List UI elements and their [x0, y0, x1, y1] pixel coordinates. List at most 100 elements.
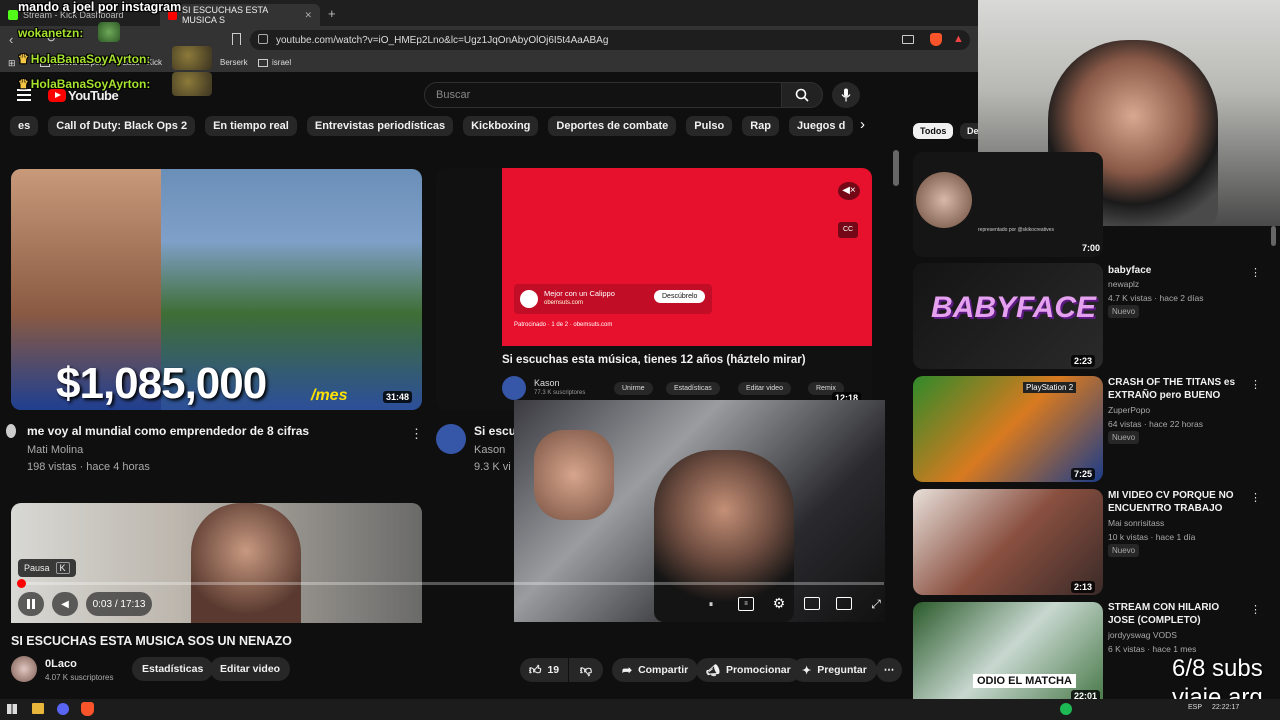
- stats-button[interactable]: Estadísticas: [132, 657, 214, 681]
- brave-shield-icon[interactable]: [930, 33, 942, 46]
- chat-emote-icon: [98, 22, 120, 42]
- rail-thumbnail[interactable]: PlayStation 2 7:25: [913, 376, 1103, 482]
- video-preview[interactable]: Mejor con un Calippo obemsuts.com Descúb…: [436, 168, 872, 410]
- watch-video-title: SI ESCUCHAS ESTA MUSICA SOS UN NENAZO: [11, 634, 292, 648]
- ad-cta-button[interactable]: Descúbrelo: [654, 290, 706, 303]
- channel-avatar[interactable]: [6, 424, 16, 438]
- voice-search-button[interactable]: [832, 82, 860, 108]
- channel-avatar[interactable]: [502, 376, 526, 400]
- mute-icon[interactable]: ◀×: [838, 182, 860, 200]
- bookmark-israel[interactable]: israel: [258, 58, 291, 67]
- more-options-icon[interactable]: ⋮: [1250, 266, 1261, 279]
- channel-name[interactable]: Kason: [534, 378, 560, 388]
- close-tab-icon[interactable]: ✕: [304, 10, 312, 21]
- pause-icon: [27, 599, 35, 609]
- address-bar[interactable]: youtube.com/watch?v=iO_HMEp2Lno&lc=Ugz1J…: [250, 30, 970, 50]
- rail-scrollbar[interactable]: [1271, 226, 1276, 246]
- edit-video-button[interactable]: Editar video: [210, 657, 291, 681]
- video-title[interactable]: me voy al mundial como emprendedor de 8 …: [27, 424, 309, 438]
- feed-scrollbar[interactable]: [893, 150, 899, 186]
- chips-next-icon[interactable]: ›: [860, 116, 865, 133]
- rail-thumbnail[interactable]: 2:13: [913, 489, 1103, 595]
- start-menu-icon[interactable]: [7, 704, 17, 714]
- cast-screen-icon[interactable]: [836, 597, 852, 610]
- more-options-icon[interactable]: ⋮: [1250, 378, 1261, 391]
- back-icon[interactable]: ‹: [9, 32, 13, 47]
- site-info-icon[interactable]: [258, 34, 268, 44]
- video-thumbnail[interactable]: $1,085,000 /mes 31:48: [11, 169, 422, 410]
- rail-filter-chip[interactable]: Todos: [913, 123, 954, 139]
- subtitles-icon[interactable]: ≡: [738, 597, 754, 611]
- stats-button[interactable]: Estadísticas: [666, 382, 720, 395]
- rail-channel[interactable]: ZuperPopo: [1108, 405, 1150, 415]
- rail-channel[interactable]: newaplz: [1108, 279, 1139, 289]
- new-tab-icon[interactable]: +: [328, 6, 336, 21]
- file-explorer-icon[interactable]: [32, 703, 44, 714]
- pause-button[interactable]: [18, 592, 44, 616]
- chip[interactable]: Pulso: [686, 116, 733, 136]
- ask-button[interactable]: ✦ Preguntar: [792, 658, 877, 682]
- channel-name[interactable]: Kason: [474, 444, 505, 456]
- channel-avatar[interactable]: [436, 424, 466, 454]
- chip[interactable]: Juegos d: [789, 116, 854, 136]
- tab-youtube-video[interactable]: SI ESCUCHAS ESTA MUSICA S ✕: [160, 4, 320, 26]
- dislike-button[interactable]: 👎︎: [569, 658, 603, 682]
- search-input[interactable]: Buscar: [424, 82, 782, 108]
- channel-avatar[interactable]: [11, 656, 37, 682]
- system-clock[interactable]: 22:22:17: [1212, 704, 1239, 711]
- miniplayer-icon[interactable]: [804, 597, 820, 610]
- more-options-icon[interactable]: ⋮: [1250, 491, 1261, 504]
- rail-video-title[interactable]: MI VIDEO CV PORQUE NO ENCUENTRO TRABAJO: [1108, 489, 1248, 515]
- subs-goal-text: 6/8 subs: [1172, 655, 1263, 682]
- chip[interactable]: Call of Duty: Black Ops 2: [48, 116, 196, 136]
- rail-thumbnail[interactable]: BABYFACE 2:23: [913, 263, 1103, 369]
- promote-button[interactable]: 📣︎ Promocionar: [696, 658, 801, 682]
- brave-browser-icon[interactable]: [81, 702, 94, 716]
- chip[interactable]: Rap: [742, 116, 779, 136]
- captions-icon[interactable]: CC: [838, 222, 858, 238]
- like-button[interactable]: 👍︎ 19: [520, 658, 568, 682]
- progress-bar[interactable]: [18, 582, 884, 585]
- input-language[interactable]: ESP: [1188, 704, 1202, 711]
- cast-icon[interactable]: [902, 35, 914, 44]
- apps-grid-icon[interactable]: ⊞: [8, 58, 16, 69]
- bookmark-icon[interactable]: [232, 33, 241, 45]
- rail-video-title[interactable]: babyface: [1108, 264, 1248, 277]
- ad-title: Mejor con un Calippo: [544, 289, 615, 298]
- rail-thumbnail[interactable]: representado por @skikocreatives 7:00: [913, 152, 1103, 257]
- rail-channel[interactable]: Mai sonrisitass: [1108, 518, 1164, 528]
- channel-name[interactable]: 0Laco: [45, 658, 77, 670]
- progress-scrubber[interactable]: [17, 579, 26, 588]
- search-button[interactable]: [781, 82, 823, 108]
- more-options-icon[interactable]: ⋮: [1250, 603, 1261, 616]
- embedded-title[interactable]: Si escuchas esta música, tienes 12 años …: [502, 354, 806, 366]
- rail-video-title[interactable]: STREAM CON HILARIO JOSE (COMPLETO): [1108, 601, 1248, 627]
- rail-thumbnail[interactable]: ODIO EL MATCHA 22:01: [913, 602, 1103, 700]
- video-title[interactable]: Si escu: [474, 424, 516, 438]
- chip[interactable]: es: [10, 116, 39, 136]
- chip[interactable]: Entrevistas periodísticas: [306, 116, 454, 136]
- channel-subs: 77.3 K suscriptores: [534, 390, 586, 396]
- channel-name[interactable]: Mati Molina: [27, 444, 83, 456]
- bookmark-berserk[interactable]: Berserk: [220, 58, 248, 67]
- chip[interactable]: Deportes de combate: [548, 116, 677, 136]
- join-button[interactable]: Unirme: [614, 382, 653, 395]
- more-options-icon[interactable]: ⋮: [410, 426, 423, 442]
- share-button[interactable]: ➦ Compartir: [612, 658, 699, 682]
- chip[interactable]: Kickboxing: [463, 116, 539, 136]
- discord-icon[interactable]: [57, 703, 69, 715]
- autoplay-icon[interactable]: ⏸: [704, 597, 718, 611]
- share-icon: ➦: [622, 663, 633, 677]
- rail-video-title[interactable]: CRASH OF THE TITANS es EXTRAÑO pero BUEN…: [1108, 376, 1248, 402]
- rail-channel[interactable]: jordyyswag VODS: [1108, 630, 1177, 640]
- volume-button[interactable]: ◀: [52, 592, 78, 616]
- settings-gear-icon[interactable]: ⚙: [771, 595, 787, 611]
- edit-video-button[interactable]: Editar video: [738, 382, 791, 395]
- video-stats: 9.3 K vi: [474, 461, 511, 473]
- more-actions-button[interactable]: ⋯: [876, 658, 902, 682]
- thumbnail-person: [191, 503, 301, 623]
- spotify-tray-icon[interactable]: [1060, 703, 1072, 715]
- chip[interactable]: En tiempo real: [205, 116, 297, 136]
- brave-rewards-icon[interactable]: ▲: [953, 33, 964, 45]
- fullscreen-icon[interactable]: ⤢: [868, 596, 884, 612]
